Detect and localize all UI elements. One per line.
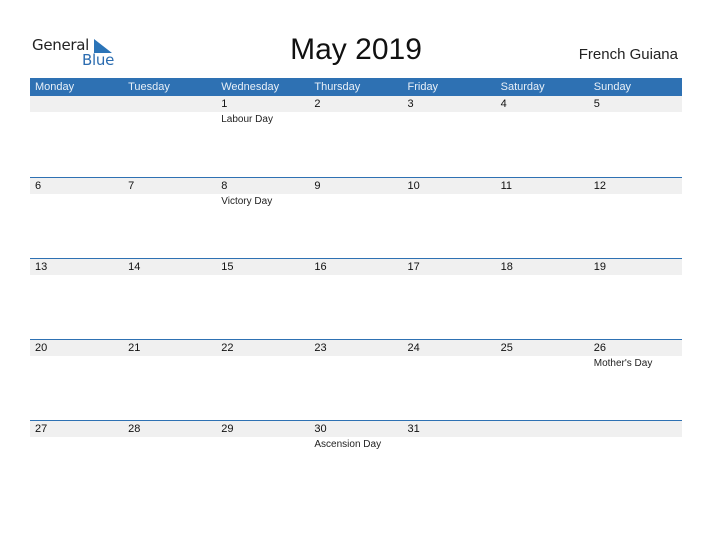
day-cell (496, 420, 589, 500)
day-number: 5 (593, 98, 600, 110)
day-cell: 6 (30, 177, 123, 257)
day-cell: 5 (589, 95, 682, 175)
country-label: French Guiana (578, 46, 678, 63)
week-cells: 20 21 22 23 24 25 26 Mother's Day (30, 339, 682, 419)
day-number: 9 (314, 180, 321, 192)
day-cell: 12 (589, 177, 682, 257)
day-number: 15 (221, 261, 234, 273)
day-number: 16 (314, 261, 327, 273)
day-number: 31 (407, 423, 420, 435)
day-cell: 21 (123, 339, 216, 419)
week-row: 20 21 22 23 24 25 26 Mother's Day (30, 339, 682, 419)
day-number (594, 420, 682, 438)
day-cell: 4 (496, 95, 589, 175)
weekday-friday: Friday (407, 81, 439, 93)
week-row: 13 14 15 16 17 18 19 (30, 258, 682, 338)
weekday-saturday: Saturday (500, 81, 545, 93)
week-cells: 1 Labour Day 2 3 4 5 (30, 95, 682, 175)
day-cell: 25 (496, 339, 589, 419)
day-number (35, 95, 123, 113)
day-number: 11 (500, 180, 513, 192)
day-number: 7 (128, 180, 135, 192)
week-row: 27 28 29 30 Ascension Day 31 (30, 420, 682, 500)
day-cell (123, 95, 216, 175)
day-cell: 19 (589, 258, 682, 338)
day-number: 1 (221, 98, 228, 110)
day-number: 23 (314, 342, 327, 354)
holiday-label: Ascension Day (314, 439, 382, 450)
day-cell: 30 Ascension Day (309, 420, 402, 500)
day-number: 14 (128, 261, 141, 273)
day-number: 8 (221, 180, 228, 192)
day-number: 25 (500, 342, 513, 354)
week-cells: 13 14 15 16 17 18 19 (30, 258, 682, 338)
day-cell: 14 (123, 258, 216, 338)
week-row: 1 Labour Day 2 3 4 5 (30, 96, 682, 176)
day-cell: 27 (30, 420, 123, 500)
day-cell (589, 420, 682, 500)
day-number (128, 95, 216, 113)
day-cell: 10 (403, 177, 496, 257)
day-number: 18 (500, 261, 513, 273)
day-cell: 15 (216, 258, 309, 338)
holiday-label: Labour Day (221, 114, 273, 125)
day-number: 22 (221, 342, 234, 354)
day-cell: 7 (123, 177, 216, 257)
day-number: 20 (35, 342, 48, 354)
weekday-sunday: Sunday (593, 81, 632, 93)
day-number: 28 (128, 423, 141, 435)
day-cell: 31 (403, 420, 496, 500)
day-cell: 1 Labour Day (216, 95, 309, 175)
day-number: 30 (314, 423, 327, 435)
week-cells: 6 7 8 Victory Day 9 10 11 12 (30, 177, 682, 257)
day-cell: 29 (216, 420, 309, 500)
day-number: 26 (593, 342, 606, 354)
holiday-label: Victory Day (221, 196, 273, 207)
day-number: 17 (407, 261, 420, 273)
day-cell (30, 95, 123, 175)
day-cell: 9 (309, 177, 402, 257)
day-number: 2 (314, 98, 321, 110)
day-cell: 28 (123, 420, 216, 500)
day-number: 29 (221, 423, 234, 435)
day-number: 13 (35, 261, 48, 273)
day-cell: 16 (309, 258, 402, 338)
day-cell: 17 (403, 258, 496, 338)
weekday-tuesday: Tuesday (128, 81, 170, 93)
week-row: 6 7 8 Victory Day 9 10 11 12 (30, 177, 682, 257)
day-cell: 23 (309, 339, 402, 419)
weekday-header: Monday Tuesday Wednesday Thursday Friday… (30, 78, 682, 96)
day-number: 12 (593, 180, 606, 192)
day-cell: 18 (496, 258, 589, 338)
week-cells: 27 28 29 30 Ascension Day 31 (30, 420, 682, 500)
day-cell: 11 (496, 177, 589, 257)
day-cell: 24 (403, 339, 496, 419)
day-number: 6 (35, 180, 42, 192)
day-cell: 22 (216, 339, 309, 419)
day-cell: 20 (30, 339, 123, 419)
holiday-label: Mother's Day (593, 358, 653, 369)
day-cell: 3 (403, 95, 496, 175)
day-number: 21 (128, 342, 141, 354)
day-number: 27 (35, 423, 48, 435)
day-number: 19 (593, 261, 606, 273)
day-number (501, 420, 589, 438)
day-number: 3 (407, 98, 414, 110)
day-cell: 13 (30, 258, 123, 338)
day-cell: 8 Victory Day (216, 177, 309, 257)
day-number: 10 (407, 180, 420, 192)
day-cell: 26 Mother's Day (589, 339, 682, 419)
weekday-wednesday: Wednesday (221, 81, 280, 93)
weekday-thursday: Thursday (314, 81, 361, 93)
day-number: 4 (500, 98, 507, 110)
day-number: 24 (407, 342, 420, 354)
weekday-monday: Monday (35, 81, 75, 93)
day-cell: 2 (309, 95, 402, 175)
